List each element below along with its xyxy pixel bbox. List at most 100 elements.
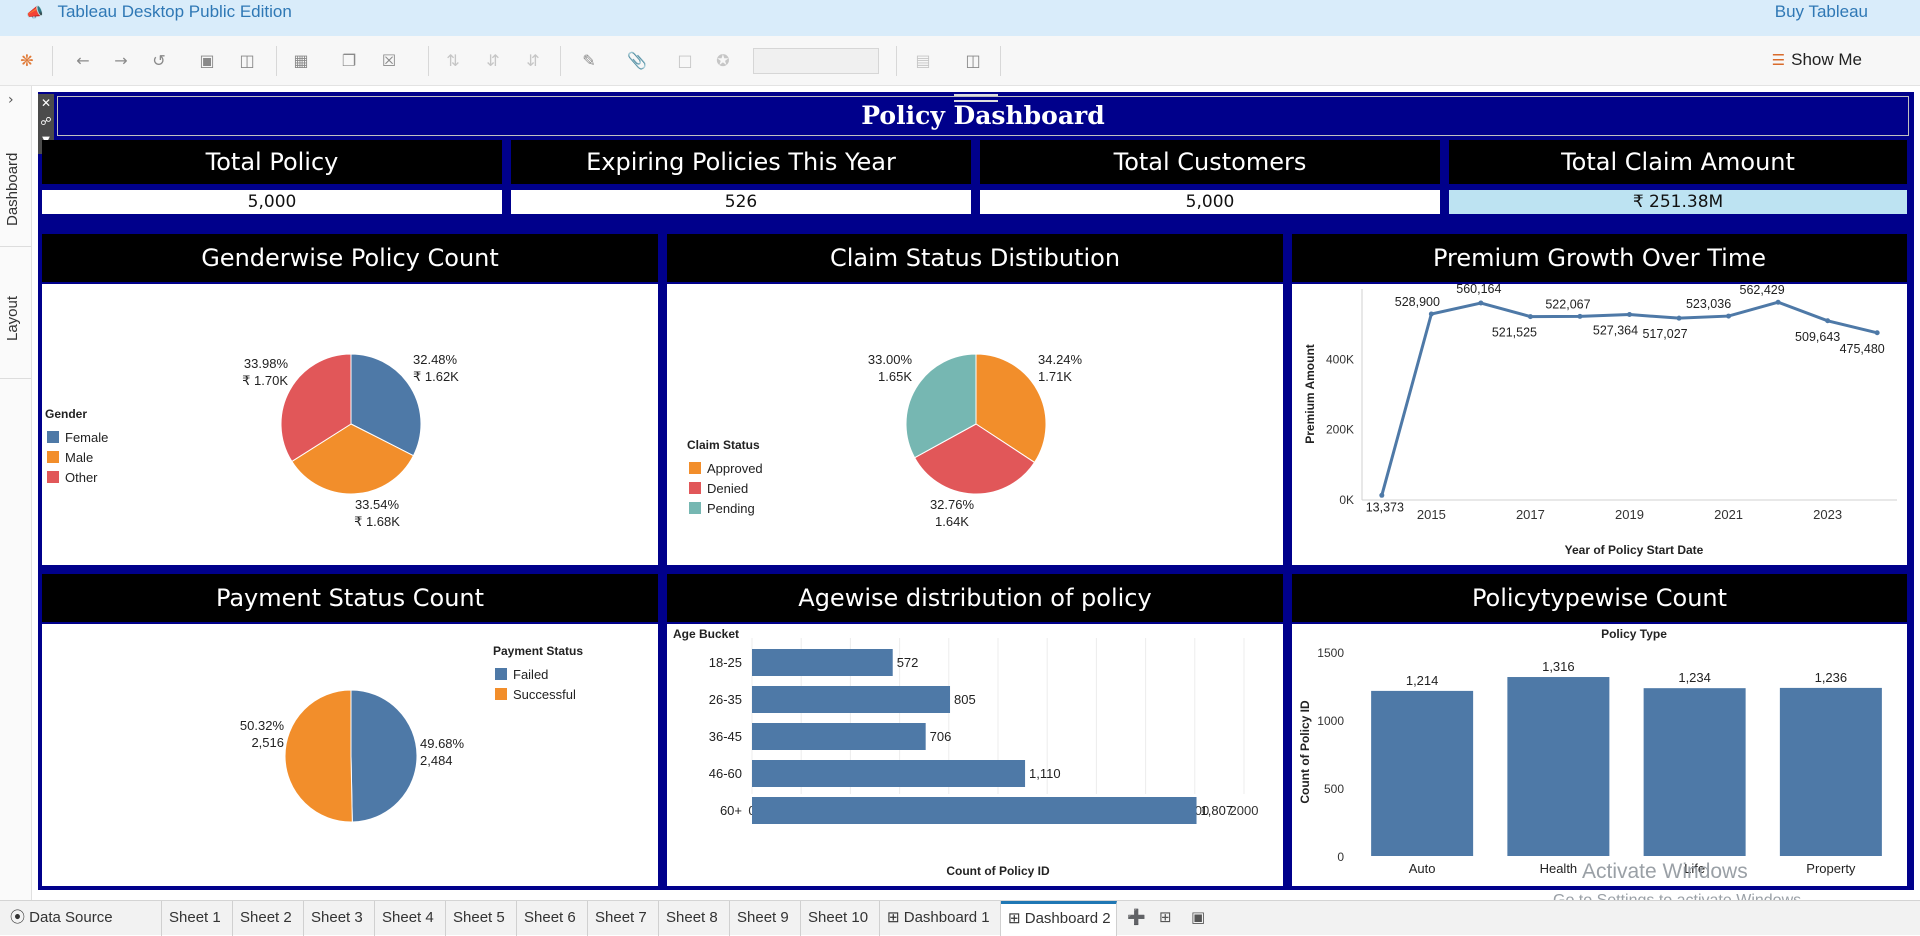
premium-point [1874,330,1880,336]
new-story-tab-icon[interactable]: ▣ [1191,908,1205,926]
sheet-tab-sheet-9[interactable]: Sheet 9 [730,901,801,936]
x-tick-label: 2015 [1417,507,1446,522]
premium-data-label: 527,364 [1593,324,1638,338]
swap-rows-columns-icon[interactable]: ⇅ [442,50,464,72]
group-members-icon[interactable]: 📎 [626,50,648,72]
premium-data-label: 509,643 [1795,330,1840,344]
premium-point [1428,311,1434,317]
gender-pie-chart[interactable]: 32.48% ₹ 1.62K 33.54% ₹ 1.68K 33.98% ₹ 1.70K G… [42,284,658,565]
left-rail: › Dashboard Layout [0,86,32,900]
show-mark-labels-icon[interactable]: □ [674,50,696,72]
legend-swatch-approved [689,462,701,474]
age-bar-60+ [752,797,1197,824]
sheet-tab-sheet-10[interactable]: Sheet 10 [801,901,880,936]
new-data-source-icon[interactable]: ◫ [236,50,258,72]
fit-dropdown[interactable] [753,48,879,74]
activate-windows-title: Activate Windows [1582,860,1748,883]
premium-point [1775,299,1781,305]
premium-data-label: 523,036 [1686,297,1731,311]
new-dashboard-tab-icon[interactable]: ⊞ [1159,908,1172,926]
age-value-label: 1,110 [1029,766,1061,781]
pie-label-percent: 34.24% [1038,352,1083,367]
pie-label-value: 2,516 [251,735,284,750]
y-tick-label: 1500 [1317,646,1344,660]
sheet-tab-sheet-7[interactable]: Sheet 7 [588,901,659,936]
kpi-value-total-policy: 5,000 [42,190,502,214]
layout-pane-tab[interactable]: Layout [4,296,21,341]
sheet-tab-sheet-2[interactable]: Sheet 2 [233,901,304,936]
sort-ascending-icon[interactable]: ⇵ [482,50,504,72]
legend-item-male: Male [65,450,93,465]
dashboard-pane-tab[interactable]: Dashboard [4,153,21,226]
legend-swatch-successful [495,688,507,700]
premium-data-label: 562,429 [1740,284,1785,297]
kpi-value-expiring: 526 [511,190,971,214]
sheet-tab-sheet-1[interactable]: Sheet 1 [162,901,233,936]
x-tick-label: 2019 [1615,507,1644,522]
close-icon[interactable]: ✕ [38,94,54,112]
app-title: Tableau Desktop Public Edition [57,2,292,21]
x-tick-label: 2023 [1813,507,1842,522]
highlight-icon[interactable]: ✎ [578,50,600,72]
premium-line-chart[interactable]: 0K 200K 400K 2015 2017 2019 2021 2023 13,373 528,… [1292,282,1907,565]
payment-pie-chart[interactable]: 49.68% 2,484 50.32% 2,516 Payment Status Fail… [42,624,658,886]
expand-pane-icon[interactable]: › [8,92,14,108]
age-bar-36-45 [752,723,926,750]
premium-point [1825,318,1831,324]
app-title-group: 📣 Tableau Desktop Public Edition [26,2,292,22]
save-icon[interactable]: ▣ [196,50,218,72]
claim-pie-chart[interactable]: 34.24% 1.71K 32.76% 1.64K 33.00% 1.65K Claim S… [667,284,1283,565]
x-axis-title: Year of Policy Start Date [1565,543,1704,557]
duplicate-sheet-icon[interactable]: ❐ [338,50,360,72]
show-me-button[interactable]: ☰ Show Me [1772,50,1862,70]
pie-label-value: ₹ 1.62K [413,369,459,384]
sheet-tab-sheet-4[interactable]: Sheet 4 [375,901,446,936]
new-worksheet-tab-icon[interactable]: ➕ [1127,908,1146,926]
presentation-mode-icon[interactable]: ◫ [962,50,984,72]
sheet-tab-bar: ⦿ Data Source Sheet 1 Sheet 2 Sheet 3 Sheet … [0,900,1920,936]
fix-axes-icon[interactable]: ✪ [712,50,734,72]
sheet-tab-sheet-8[interactable]: Sheet 8 [659,901,730,936]
pin-icon[interactable]: ☍ [38,112,54,132]
sheet-tab-dashboard-1[interactable]: ⊞ Dashboard 1 [880,901,1001,936]
sort-descending-icon[interactable]: ⇵ [522,50,544,72]
sheet-tab-sheet-5[interactable]: Sheet 5 [446,901,517,936]
row-header: Age Bucket [673,627,739,641]
y-tick-label: 400K [1326,352,1354,366]
premium-data-label: 13,373 [1366,500,1404,514]
redo-icon[interactable]: → [110,50,132,72]
premium-data-label: 560,164 [1456,284,1501,296]
drag-handle[interactable] [954,94,998,102]
policytype-category-label: Property [1806,861,1856,876]
policytype-bar-chart[interactable]: Policy Type 0 500 1000 1500 1,214 Auto 1,316 Hea… [1292,624,1907,886]
age-panel: 0200400600800100012001400160018002000Age… [667,624,1283,886]
premium-point [1577,313,1583,319]
replace-data-icon[interactable]: ↺ [148,50,170,72]
sheet-tab-sheet-3[interactable]: Sheet 3 [304,901,375,936]
clear-sheet-icon[interactable]: ☒ [378,50,400,72]
sheet-tab-data-source[interactable]: ⦿ Data Source [0,901,162,936]
legend-swatch-failed [495,668,507,680]
age-bar-chart[interactable]: 0200400600800100012001400160018002000Age… [667,624,1283,886]
legend-title: Gender [45,407,87,421]
age-category-label: 36-45 [709,729,742,744]
policytype-bar-property [1779,687,1882,856]
policytype-category-label: Health [1540,861,1578,876]
show-cards-icon[interactable]: ▤ [912,50,934,72]
y-tick-label: 1000 [1317,714,1344,728]
premium-point [1527,314,1533,320]
policytype-value-label: 1,236 [1815,670,1848,685]
new-worksheet-icon[interactable]: ▦ [290,50,312,72]
show-me-icon: ☰ [1771,52,1786,69]
premium-data-label: 528,900 [1395,295,1440,309]
age-value-label: 1,807 [1201,803,1234,818]
age-bar-46-60 [752,760,1026,787]
buy-tableau-link[interactable]: Buy Tableau [1775,2,1868,22]
legend-item-successful: Successful [513,687,576,702]
undo-icon[interactable]: ← [72,50,94,72]
tableau-logo-icon[interactable]: ❋ [16,50,38,72]
age-category-label: 46-60 [709,766,742,781]
sheet-tab-dashboard-2[interactable]: ⊞ Dashboard 2 [1001,901,1117,936]
premium-point [1478,300,1484,306]
sheet-tab-sheet-6[interactable]: Sheet 6 [517,901,588,936]
